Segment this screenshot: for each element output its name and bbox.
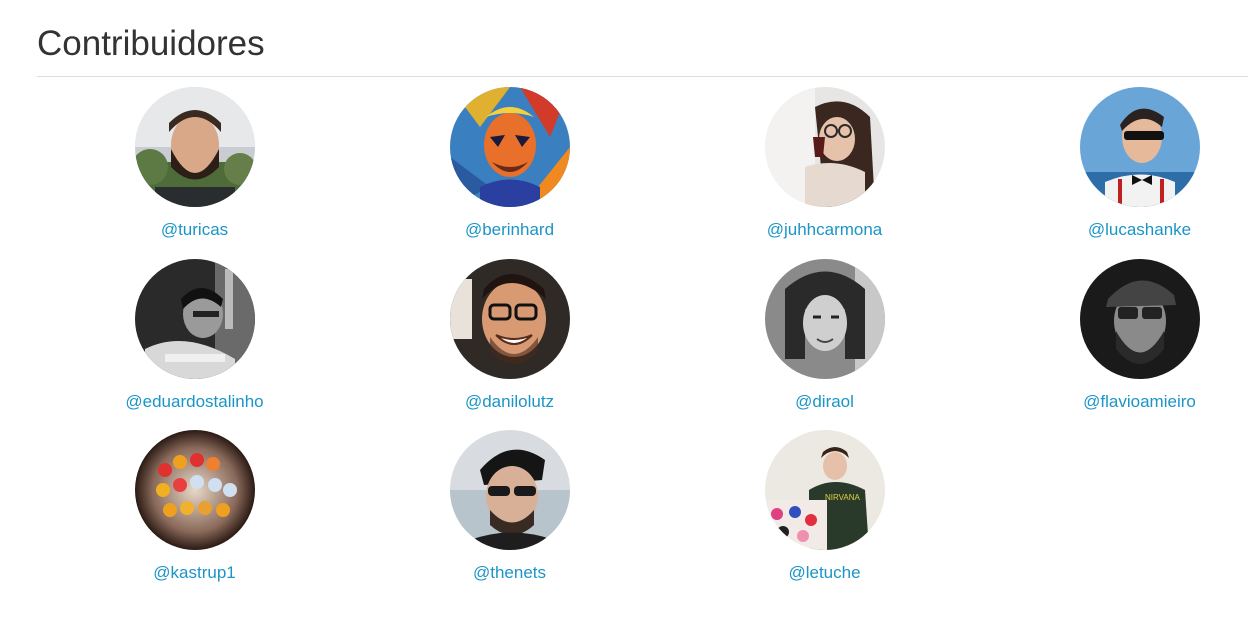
avatar-photo [134, 87, 255, 207]
avatar[interactable] [764, 87, 885, 207]
avatar-photo [134, 258, 255, 379]
contributor-handle-link[interactable]: @kastrup1 [153, 563, 235, 583]
avatar-photo [449, 430, 570, 550]
avatar[interactable] [449, 430, 570, 550]
divider [37, 76, 1248, 77]
contributors-section: Contribuidores @turicas @berinhard @juhh… [37, 0, 1248, 582]
contributor-card[interactable]: @turicas [37, 87, 352, 259]
avatar-photo [449, 258, 570, 379]
contributor-handle-link[interactable]: @berinhard [465, 220, 554, 240]
avatar-photo [449, 87, 570, 207]
contributor-handle-link[interactable]: @juhhcarmona [767, 220, 883, 240]
contributor-card[interactable]: @lucashanke [982, 87, 1248, 259]
avatar[interactable] [764, 258, 885, 379]
contributor-handle-link[interactable]: @eduardostalinho [125, 392, 263, 412]
contributor-card[interactable]: @berinhard [352, 87, 667, 259]
contributor-card[interactable]: @eduardostalinho [37, 258, 352, 431]
avatar[interactable] [449, 87, 570, 207]
avatar[interactable] [134, 258, 255, 379]
avatar[interactable] [134, 430, 255, 550]
contributor-card[interactable]: @kastrup1 [37, 430, 352, 602]
contributors-grid: @turicas @berinhard @juhhcarmona @lucash… [37, 87, 1248, 602]
contributor-card[interactable]: @danilolutz [352, 258, 667, 431]
avatar-photo [1079, 258, 1200, 379]
contributor-handle-link[interactable]: @flavioamieiro [1083, 392, 1196, 412]
contributor-card[interactable]: @diraol [667, 258, 982, 431]
contributor-card[interactable]: @thenets [352, 430, 667, 602]
avatar[interactable] [1079, 87, 1200, 207]
avatar[interactable] [1079, 258, 1200, 379]
contributor-card[interactable]: @flavioamieiro [982, 258, 1248, 431]
avatar[interactable] [134, 87, 255, 207]
contributor-card[interactable]: NIRVANA @letuche [667, 430, 982, 602]
avatar-photo [764, 87, 885, 207]
contributor-handle-link[interactable]: @diraol [795, 392, 854, 412]
contributor-handle-link[interactable]: @thenets [473, 563, 546, 583]
avatar-photo [1079, 87, 1200, 207]
avatar[interactable] [449, 258, 570, 379]
contributor-handle-link[interactable]: @turicas [161, 220, 228, 240]
contributor-handle-link[interactable]: @letuche [788, 563, 860, 583]
contributor-handle-link[interactable]: @danilolutz [465, 392, 554, 412]
contributor-handle-link[interactable]: @lucashanke [1088, 220, 1191, 240]
avatar[interactable]: NIRVANA [764, 430, 885, 550]
svg-text:NIRVANA: NIRVANA [825, 493, 860, 502]
avatar-photo [764, 258, 885, 379]
avatar-photo: NIRVANA [764, 430, 885, 550]
contributor-card[interactable]: @juhhcarmona [667, 87, 982, 259]
avatar-photo [134, 430, 255, 550]
section-title: Contribuidores [37, 24, 265, 63]
